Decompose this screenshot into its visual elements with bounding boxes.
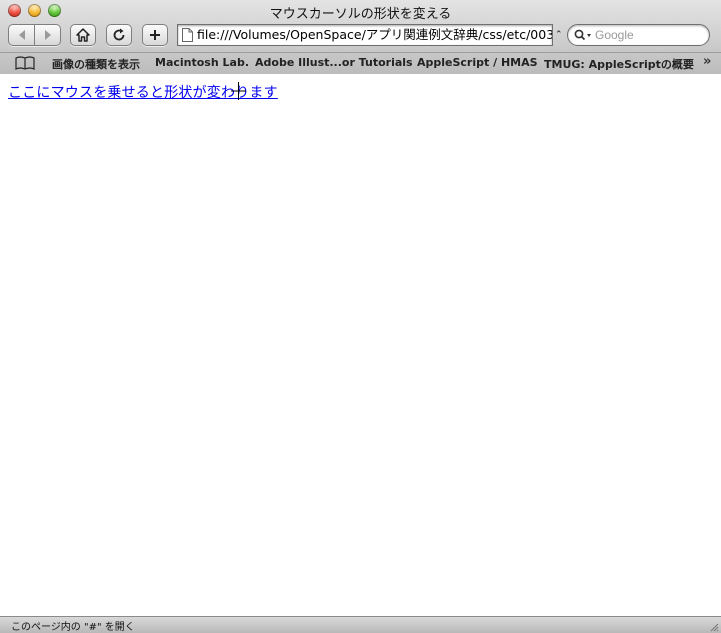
add-bookmark-button[interactable] (142, 24, 168, 46)
resize-grip-icon[interactable] (708, 621, 719, 632)
search-field[interactable]: Google (567, 24, 710, 46)
address-text: file:///Volumes/OpenSpace/アプリ関連例文辞典/css/… (197, 27, 553, 42)
document-icon (182, 28, 193, 42)
back-arrow-icon (18, 30, 25, 40)
bookmark-item[interactable]: AppleScript / HMAS (417, 56, 538, 69)
title-bar: マウスカーソルの形状を変える (0, 0, 721, 22)
bookmark-item[interactable]: Macintosh Lab. (155, 56, 249, 69)
page-content: ここにマウスを乗せると形状が変わります (0, 74, 721, 616)
home-icon (76, 28, 90, 42)
search-placeholder: Google (595, 28, 634, 42)
browser-chrome: マウスカーソルの形状を変える file:///Volumes/OpenSpace… (0, 0, 721, 75)
window-title: マウスカーソルの形状を変える (269, 7, 452, 22)
toolbar: file:///Volumes/OpenSpace/アプリ関連例文辞典/css/… (0, 22, 721, 52)
forward-arrow-icon (44, 30, 51, 40)
reload-icon (113, 28, 125, 41)
back-button[interactable] (8, 24, 35, 46)
address-bar[interactable]: file:///Volumes/OpenSpace/アプリ関連例文辞典/css/… (177, 24, 553, 46)
bookmark-item[interactable]: TMUG: AppleScriptの概要 (544, 56, 694, 72)
bookmarks-bar: 画像の種類を表示 Macintosh Lab. Adobe Illust...o… (0, 52, 721, 74)
search-icon (574, 29, 591, 41)
plus-icon (150, 30, 160, 40)
home-button[interactable] (70, 24, 96, 46)
bookmarks-overflow-button[interactable]: » (703, 54, 711, 69)
crosshair-cursor-icon (231, 82, 246, 100)
status-bar: このページ内の "#" を開く (0, 616, 721, 633)
status-text: このページ内の "#" を開く (11, 622, 135, 633)
bookmarks-book-icon[interactable] (15, 56, 35, 70)
forward-button[interactable] (34, 24, 61, 46)
reload-button[interactable] (106, 24, 132, 46)
bookmark-item[interactable]: 画像の種類を表示 (52, 56, 140, 72)
address-dropdown-icon[interactable]: ⌃ (555, 30, 563, 40)
bookmark-item[interactable]: Adobe Illust...or Tutorials (255, 56, 413, 69)
